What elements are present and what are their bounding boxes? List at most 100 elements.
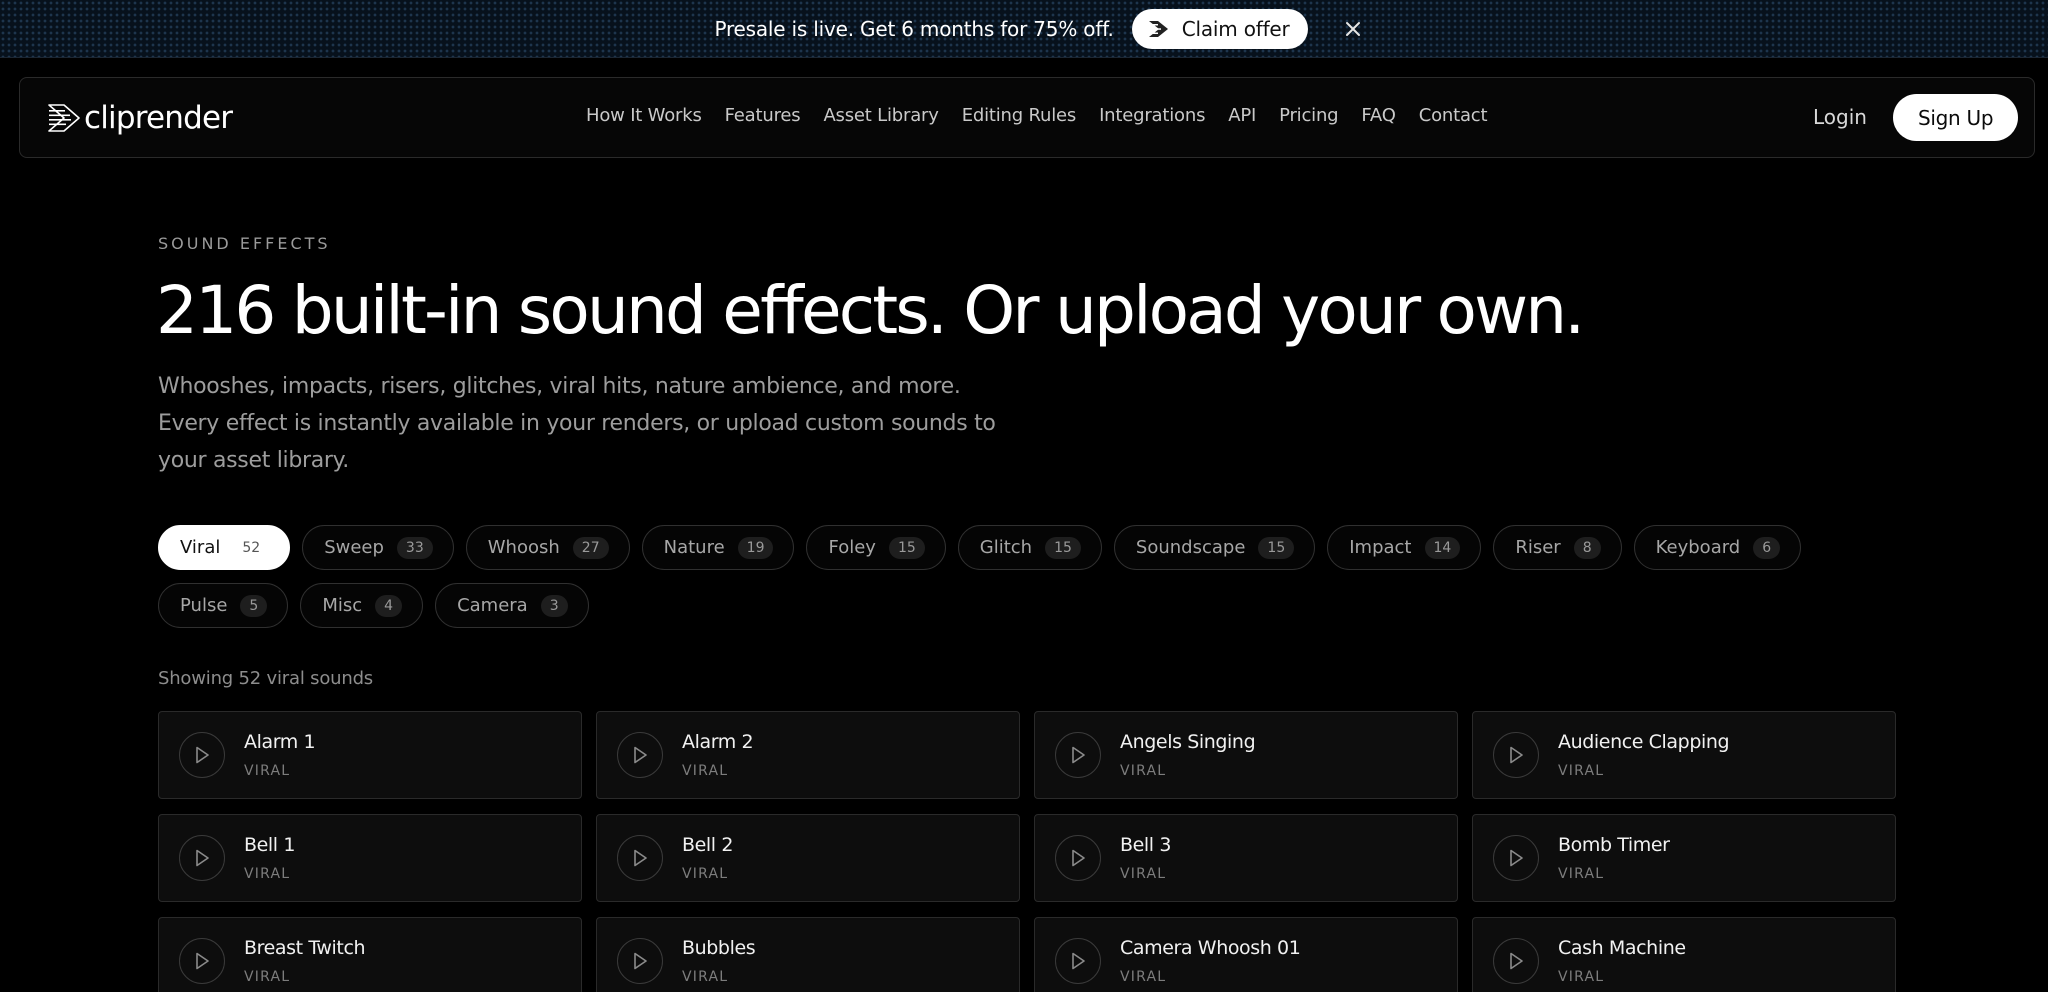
filter-chip-pulse[interactable]: Pulse 5 xyxy=(158,583,289,628)
sound-category-tag: VIRAL xyxy=(682,866,729,882)
sound-card[interactable]: Breast Twitch VIRAL xyxy=(158,917,582,992)
sound-card-text: Cash Machine VIRAL xyxy=(1558,937,1686,985)
sound-card[interactable]: Alarm 1 VIRAL xyxy=(158,711,582,799)
filter-chip-riser[interactable]: Riser 8 xyxy=(1493,525,1622,570)
filter-chip-sweep[interactable]: Sweep 33 xyxy=(302,525,454,570)
nav-contact[interactable]: Contact xyxy=(1419,105,1488,126)
sound-card[interactable]: Bell 3 VIRAL xyxy=(1034,814,1458,902)
filter-chip-count: 15 xyxy=(1045,536,1081,559)
promo-content: Presale is live. Get 6 months for 75% of… xyxy=(714,8,1364,49)
filter-chip-count: 8 xyxy=(1573,536,1601,559)
play-button[interactable] xyxy=(617,835,663,881)
filter-chip-label: Camera xyxy=(457,595,528,616)
sound-card[interactable]: Alarm 2 VIRAL xyxy=(596,711,1020,799)
sound-card[interactable]: Bomb Timer VIRAL xyxy=(1472,814,1896,902)
sound-title: Bell 2 xyxy=(682,834,734,856)
sound-card-text: Bell 3 VIRAL xyxy=(1120,834,1171,882)
play-button[interactable] xyxy=(1493,732,1539,778)
nav-asset-library[interactable]: Asset Library xyxy=(823,105,938,126)
sound-card-text: Audience Clapping VIRAL xyxy=(1558,731,1730,779)
nav-faq[interactable]: FAQ xyxy=(1361,105,1395,126)
filter-chip-label: Viral xyxy=(180,537,221,558)
brand-logo[interactable]: cliprender xyxy=(47,100,233,136)
filter-chip-count: 4 xyxy=(375,594,403,617)
claim-offer-button[interactable]: Claim offer xyxy=(1131,8,1308,49)
nav-pricing[interactable]: Pricing xyxy=(1279,105,1338,126)
filter-chip-keyboard[interactable]: Keyboard 6 xyxy=(1633,525,1802,570)
section-eyebrow: SOUND EFFECTS xyxy=(158,234,331,253)
play-button[interactable] xyxy=(1055,732,1101,778)
play-icon xyxy=(634,952,647,970)
cliprender-logo-icon xyxy=(48,104,80,132)
filter-chip-label: Misc xyxy=(322,595,363,616)
nav-api[interactable]: API xyxy=(1228,105,1256,126)
play-button[interactable] xyxy=(179,938,225,984)
results-count: Showing 52 viral sounds xyxy=(158,668,373,689)
play-icon xyxy=(1072,849,1085,867)
sound-card-text: Breast Twitch VIRAL xyxy=(244,937,366,985)
sound-card[interactable]: Audience Clapping VIRAL xyxy=(1472,711,1896,799)
sound-card[interactable]: Bubbles VIRAL xyxy=(596,917,1020,992)
filter-chip-label: Glitch xyxy=(979,537,1033,558)
filter-chip-count: 15 xyxy=(1258,536,1295,559)
sound-title: Alarm 1 xyxy=(244,731,316,753)
page-subtitle: Whooshes, impacts, risers, glitches, vir… xyxy=(158,374,996,473)
login-link[interactable]: Login xyxy=(1813,105,1867,129)
play-button[interactable] xyxy=(179,732,225,778)
category-filters: Viral 52 Sweep 33 Whoosh 27 Nature 19 Foley 15 Gli… xyxy=(158,525,1898,628)
filter-chip-glitch[interactable]: Glitch 15 xyxy=(957,525,1102,570)
play-button[interactable] xyxy=(1055,938,1101,984)
filter-chip-whoosh[interactable]: Whoosh 27 xyxy=(465,525,630,570)
filter-chip-label: Whoosh xyxy=(487,537,560,558)
filter-chip-foley[interactable]: Foley 15 xyxy=(806,525,946,570)
sound-title: Camera Whoosh 01 xyxy=(1120,937,1301,959)
play-icon xyxy=(1072,746,1085,764)
filter-chip-misc[interactable]: Misc 4 xyxy=(300,583,424,628)
filter-chip-soundscape[interactable]: Soundscape 15 xyxy=(1113,525,1316,570)
sound-title: Cash Machine xyxy=(1558,937,1686,959)
nav-features[interactable]: Features xyxy=(725,105,801,126)
sound-card[interactable]: Bell 1 VIRAL xyxy=(158,814,582,902)
cliprender-logo-icon xyxy=(1148,20,1168,37)
sound-title: Bomb Timer xyxy=(1558,834,1670,856)
promo-text: Presale is live. Get 6 months for 75% of… xyxy=(714,16,1114,41)
sound-card[interactable]: Bell 2 VIRAL xyxy=(596,814,1020,902)
sound-category-tag: VIRAL xyxy=(682,763,729,779)
sound-category-tag: VIRAL xyxy=(244,866,291,882)
filter-chip-count: 52 xyxy=(242,539,261,556)
play-icon xyxy=(1072,952,1085,970)
nav-editing-rules[interactable]: Editing Rules xyxy=(962,105,1077,126)
nav-how-it-works[interactable]: How It Works xyxy=(586,105,702,126)
close-icon[interactable] xyxy=(1342,18,1364,40)
filter-chip-label: Nature xyxy=(663,537,725,558)
filter-chip-viral[interactable]: Viral 52 xyxy=(158,525,291,570)
play-button[interactable] xyxy=(617,938,663,984)
play-button[interactable] xyxy=(617,732,663,778)
nav-integrations[interactable]: Integrations xyxy=(1099,105,1205,126)
play-icon xyxy=(196,746,209,764)
play-button[interactable] xyxy=(1493,835,1539,881)
sound-category-tag: VIRAL xyxy=(244,969,291,985)
filter-chip-label: Impact xyxy=(1349,537,1412,558)
filter-chip-label: Keyboard xyxy=(1655,537,1741,558)
play-button[interactable] xyxy=(179,835,225,881)
play-button[interactable] xyxy=(1493,938,1539,984)
sound-category-tag: VIRAL xyxy=(682,969,729,985)
sound-card-text: Alarm 1 VIRAL xyxy=(244,731,316,779)
filter-chip-count: 3 xyxy=(540,594,568,617)
sound-card[interactable]: Cash Machine VIRAL xyxy=(1472,917,1896,992)
play-icon xyxy=(1510,952,1523,970)
filter-chip-count: 27 xyxy=(572,536,609,559)
sign-up-button[interactable]: Sign Up xyxy=(1893,94,2019,141)
play-button[interactable] xyxy=(1055,835,1101,881)
play-icon xyxy=(634,746,647,764)
filter-chip-label: Pulse xyxy=(180,595,228,616)
filter-chip-camera[interactable]: Camera 3 xyxy=(435,583,589,628)
filter-chip-impact[interactable]: Impact 14 xyxy=(1327,525,1482,570)
sound-category-tag: VIRAL xyxy=(1558,763,1605,779)
sound-category-tag: VIRAL xyxy=(1558,969,1605,985)
sound-card-text: Alarm 2 VIRAL xyxy=(682,731,754,779)
filter-chip-nature[interactable]: Nature 19 xyxy=(641,525,795,570)
sound-card[interactable]: Camera Whoosh 01 VIRAL xyxy=(1034,917,1458,992)
sound-card[interactable]: Angels Singing VIRAL xyxy=(1034,711,1458,799)
